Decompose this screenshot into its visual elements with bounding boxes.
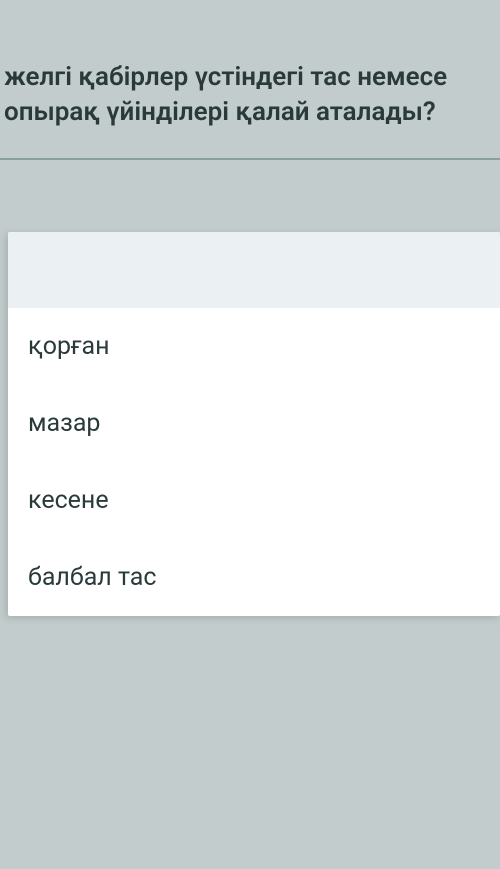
divider [0,158,500,160]
option-item-1[interactable]: мазар [8,385,500,462]
option-item-3[interactable]: балбал тас [8,539,500,616]
options-card: қорған мазар кесене балбал тас [8,232,500,616]
question-text: желгі қабірлер үстіндегі тас немесе опыр… [0,60,500,130]
options-header [8,232,500,308]
question-section: желгі қабірлер үстіндегі тас немесе опыр… [0,0,500,190]
option-item-2[interactable]: кесене [8,462,500,539]
option-item-0[interactable]: қорған [8,308,500,385]
